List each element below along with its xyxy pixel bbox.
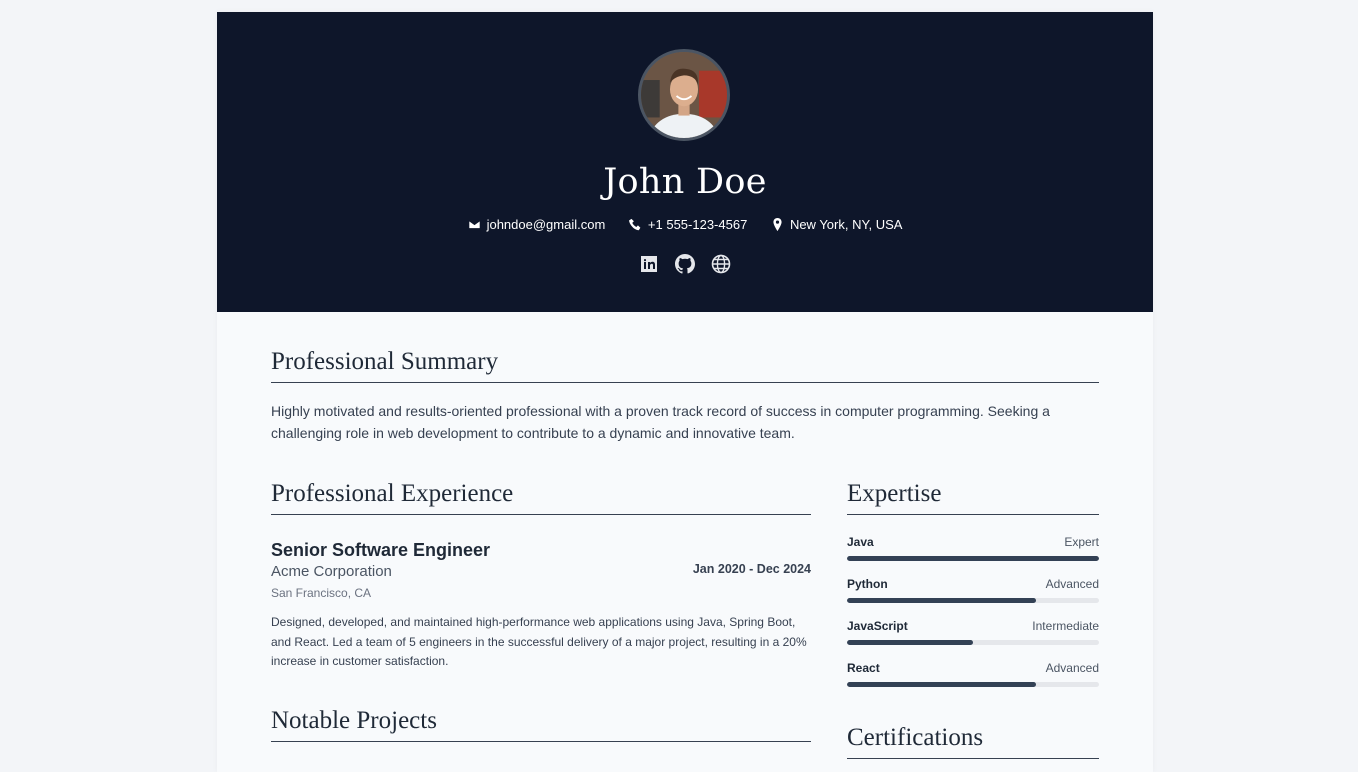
email-contact[interactable]: johndoe@gmail.com bbox=[467, 217, 606, 232]
expertise-heading: Expertise bbox=[847, 480, 1099, 515]
globe-icon[interactable] bbox=[711, 254, 731, 274]
social-links bbox=[217, 254, 1153, 279]
location-contact: New York, NY, USA bbox=[771, 217, 902, 232]
map-pin-icon bbox=[773, 218, 782, 231]
job-title: Senior Software Engineer bbox=[271, 540, 491, 560]
job-location: San Francisco, CA bbox=[271, 586, 372, 600]
skill-item: Java Expert bbox=[847, 534, 1099, 576]
skill-level: Advanced bbox=[1045, 577, 1099, 591]
resume-header: John Doe johndoe@gmail.com +1 555-123-45… bbox=[217, 12, 1153, 312]
skill-progress-fill bbox=[847, 640, 973, 645]
email-text: johndoe@gmail.com bbox=[486, 217, 606, 232]
experience-heading: Professional Experience bbox=[271, 480, 811, 515]
skill-progress-bar bbox=[847, 682, 1099, 687]
skill-progress-fill bbox=[847, 682, 1036, 687]
github-icon[interactable] bbox=[675, 254, 695, 274]
envelope-icon bbox=[467, 219, 481, 230]
certifications-heading: Certifications bbox=[847, 724, 1099, 759]
job-company: Acme Corporation bbox=[271, 563, 392, 580]
skill-item: React Advanced bbox=[847, 660, 1099, 702]
skill-item: JavaScript Intermediate bbox=[847, 618, 1099, 660]
skill-progress-bar bbox=[847, 598, 1099, 603]
skill-level: Intermediate bbox=[1032, 619, 1099, 633]
skill-level: Expert bbox=[1064, 535, 1099, 549]
skill-name: Python bbox=[847, 577, 888, 591]
skill-progress-fill bbox=[847, 598, 1036, 603]
phone-text: +1 555-123-4567 bbox=[647, 217, 748, 232]
phone-contact[interactable]: +1 555-123-4567 bbox=[628, 217, 748, 232]
skill-progress-bar bbox=[847, 556, 1099, 561]
summary-text: Highly motivated and results-oriented pr… bbox=[271, 403, 1050, 441]
job-description: Designed, developed, and maintained high… bbox=[271, 615, 807, 669]
skill-name: JavaScript bbox=[847, 619, 908, 633]
contact-info: johndoe@gmail.com +1 555-123-4567 New Yo… bbox=[217, 217, 1153, 234]
skill-progress-bar bbox=[847, 640, 1099, 645]
avatar bbox=[638, 49, 730, 141]
skill-name: React bbox=[847, 661, 880, 675]
skill-progress-fill bbox=[847, 556, 1099, 561]
phone-icon bbox=[628, 218, 641, 231]
linkedin-icon[interactable] bbox=[639, 254, 659, 274]
job-dates: Jan 2020 - Dec 2024 bbox=[692, 562, 811, 576]
candidate-name: John Doe bbox=[603, 162, 767, 202]
location-text: New York, NY, USA bbox=[789, 217, 903, 232]
skills-list: Java Expert Python Advanced JavaScript I… bbox=[847, 534, 1099, 702]
resume-page: John Doe johndoe@gmail.com +1 555-123-45… bbox=[217, 12, 1153, 772]
skill-level: Advanced bbox=[1045, 661, 1099, 675]
skill-item: Python Advanced bbox=[847, 576, 1099, 618]
summary-heading: Professional Summary bbox=[271, 348, 1099, 383]
projects-heading: Notable Projects bbox=[271, 707, 811, 742]
skill-name: Java bbox=[847, 535, 874, 549]
